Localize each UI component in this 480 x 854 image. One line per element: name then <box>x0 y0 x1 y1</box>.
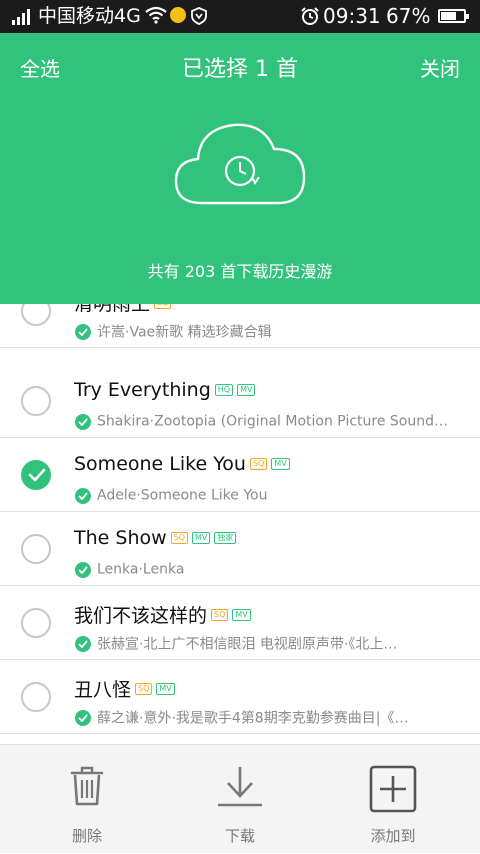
song-title: 清明雨上 <box>74 304 151 315</box>
battery-icon <box>438 9 469 23</box>
quality-badge: MV <box>192 532 211 544</box>
signal-icon <box>12 9 34 25</box>
song-title-line: 丑八怪 SQ MV <box>74 675 175 701</box>
song-title: Try Everything <box>74 379 211 401</box>
song-title-line: Try Everything HQ MV <box>74 379 256 405</box>
quality-badge: MV <box>232 608 251 621</box>
song-title-line: The Show SQ MV 独家 <box>74 527 237 553</box>
close-button[interactable]: 关闭 <box>420 53 460 82</box>
song-title: 丑八怪 <box>74 679 132 701</box>
song-title: Someone Like You <box>74 453 246 475</box>
delete-button[interactable]: 删除 <box>27 745 147 854</box>
quality-badge: SQ <box>135 682 153 695</box>
song-artist-album: Adele·Someone Like You <box>97 487 268 504</box>
wifi-icon <box>145 6 167 24</box>
quality-badge: SQ <box>154 304 172 309</box>
download-history-info[interactable]: 共有 203 首下载历史漫游 <box>0 258 480 282</box>
quality-badge: SQ <box>249 458 268 470</box>
select-checkbox[interactable] <box>21 386 51 416</box>
song-title-line: Someone Like You SQ MV <box>74 453 290 479</box>
song-row[interactable]: 我们不该这样的 SQ MV 张赫宣·北上广不相信眼泪 电视剧原声带·《北上… <box>0 586 480 660</box>
status-bar: 中国移动4G 09:31 67% <box>0 0 480 33</box>
song-title: 我们不该这样的 <box>74 605 208 627</box>
battery-percent: 67% <box>386 4 431 28</box>
quality-badge: MV <box>237 384 256 396</box>
song-title-line: 我们不该这样的 SQ MV <box>74 601 251 627</box>
selection-header: 全选 已选择 1 首 关闭 共有 203 首下载历史漫游 <box>0 33 480 304</box>
song-row[interactable]: Someone Like You SQ MV Adele·Someone Like … <box>0 438 480 512</box>
carrier-label: 中国移动4G <box>38 5 141 27</box>
song-subtitle-line: Lenka·Lenka <box>75 559 465 578</box>
trash-icon <box>70 766 104 806</box>
song-subtitle-line: 薛之谦·意外·我是歌手4第8期李克勤参赛曲目|《… <box>75 707 465 728</box>
song-subtitle-line: 许嵩·Vae新歌 精选珍藏合辑 <box>75 321 465 342</box>
quality-badge: MV <box>156 682 175 695</box>
select-checkbox[interactable] <box>21 460 51 490</box>
song-subtitle-line: Adele·Someone Like You <box>75 485 465 504</box>
song-artist-album: 许嵩·Vae新歌 精选珍藏合辑 <box>97 324 272 341</box>
quality-badge: SQ <box>170 532 189 544</box>
song-artist-album: 张赫宣·北上广不相信眼泪 电视剧原声带·《北上… <box>97 636 398 653</box>
downloaded-check-icon <box>75 561 91 578</box>
cloud-history-icon[interactable] <box>172 115 308 207</box>
song-title-line: 清明雨上SQ <box>74 304 172 315</box>
shield-icon <box>191 7 207 25</box>
downloaded-check-icon <box>75 709 91 726</box>
qq-icon <box>170 7 186 23</box>
download-label: 下载 <box>224 827 255 845</box>
clock-time: 09:31 <box>323 4 381 28</box>
song-row[interactable]: Try Everything HQ MV Shakira·Zootopia (Ori… <box>0 364 480 438</box>
song-subtitle-line: Shakira·Zootopia (Original Motion Pictur… <box>75 411 465 430</box>
select-checkbox[interactable] <box>21 534 51 564</box>
add-to-button[interactable]: 添加到 <box>333 745 453 854</box>
song-list: 清明雨上SQ 许嵩·Vae新歌 精选珍藏合辑 Try EverythingHQM… <box>0 304 480 744</box>
song-row[interactable]: 丑八怪 SQ MV 薛之谦·意外·我是歌手4第8期李克勤参赛曲目|《… <box>0 660 480 734</box>
downloaded-check-icon <box>75 413 91 430</box>
song-artist-album: Shakira·Zootopia (Original Motion Pictur… <box>97 413 448 430</box>
quality-badge: HQ <box>214 384 234 396</box>
select-checkbox[interactable] <box>21 304 51 326</box>
song-row[interactable]: The Show SQ MV 独家 Lenka·Lenka <box>0 512 480 586</box>
quality-badge: MV <box>271 458 290 470</box>
quality-badge: 独家 <box>214 532 237 544</box>
song-artist-album: Lenka·Lenka <box>97 561 185 578</box>
song-subtitle-line: 张赫宣·北上广不相信眼泪 电视剧原声带·《北上… <box>75 633 465 654</box>
add-icon <box>369 765 417 813</box>
song-title: The Show <box>74 527 167 549</box>
bottom-action-bar: 删除 下载 添加到 <box>0 744 480 853</box>
add-to-label: 添加到 <box>370 827 416 845</box>
check-icon <box>28 468 46 482</box>
select-checkbox[interactable] <box>21 608 51 638</box>
song-artist-album: 薛之谦·意外·我是歌手4第8期李克勤参赛曲目|《… <box>97 710 409 727</box>
downloaded-check-icon <box>75 635 91 652</box>
page-title: 已选择 1 首 <box>182 57 298 82</box>
song-row[interactable]: 清明雨上SQ 许嵩·Vae新歌 精选珍藏合辑 <box>0 304 480 348</box>
downloaded-check-icon <box>75 323 91 340</box>
downloaded-check-icon <box>75 487 91 504</box>
quality-badge: SQ <box>211 608 229 621</box>
alarm-icon <box>301 7 319 25</box>
delete-label: 删除 <box>71 827 102 845</box>
select-checkbox[interactable] <box>21 682 51 712</box>
download-icon <box>218 767 262 807</box>
download-button[interactable]: 下载 <box>180 745 300 854</box>
